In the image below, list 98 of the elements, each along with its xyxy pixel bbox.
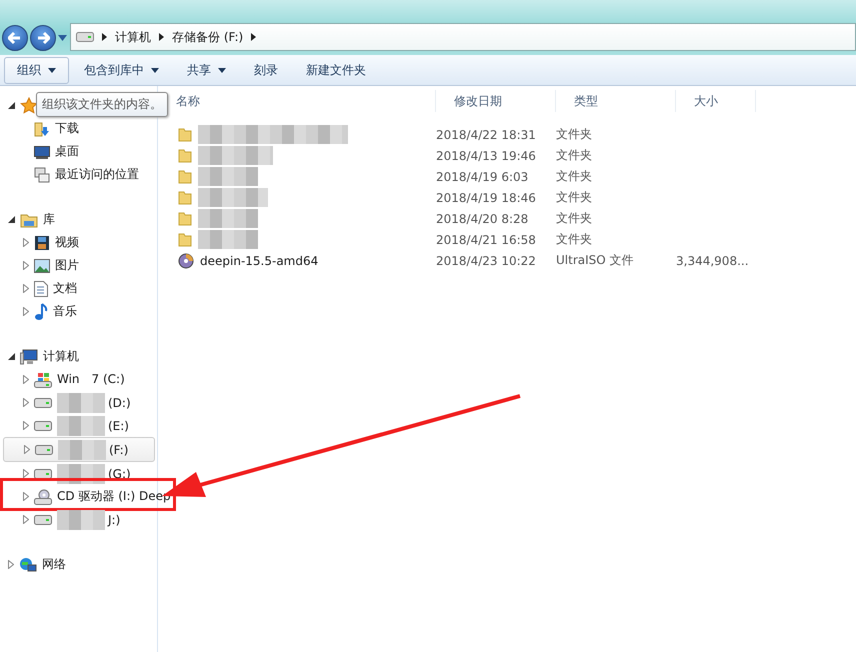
drive-icon (34, 468, 52, 478)
date-cell-text: 2018/4/21 16:58 (436, 232, 537, 246)
star-icon (20, 96, 38, 114)
collapsed-arrow-icon[interactable] (23, 421, 29, 430)
type-cell-text: 文件夹 (556, 231, 593, 248)
music-note-icon (34, 302, 48, 320)
nav-item-label[interactable]: (F:) (109, 442, 128, 456)
address-bar[interactable]: 计算机 存储备份 (F:) (70, 23, 856, 51)
collapsed-arrow-icon[interactable] (23, 515, 29, 524)
chevron-icon (159, 33, 164, 41)
nav-item-label[interactable]: 下载 (55, 120, 79, 137)
monitor-icon (34, 144, 50, 158)
toolbar-button[interactable]: 新建文件夹 (293, 56, 379, 84)
date-cell-text: 2018/4/20 8:28 (436, 212, 530, 226)
date-cell-text: 2018/4/19 18:46 (436, 190, 537, 204)
nav-item-label[interactable]: 最近访问的位置 (55, 166, 139, 183)
collapsed-arrow-icon[interactable] (23, 398, 29, 407)
collapsed-arrow-icon[interactable] (8, 560, 14, 569)
windows-drive-icon (34, 372, 52, 388)
folder-icon (178, 128, 192, 142)
toolbar-button[interactable]: 包含到库中 (71, 56, 172, 84)
breadcrumb[interactable]: 计算机 (115, 28, 151, 46)
drive-icon (35, 444, 53, 454)
disc-icon (178, 252, 194, 268)
type-cell-text: UltraISO 文件 (556, 252, 635, 269)
drive-icon (34, 514, 52, 524)
network-icon (19, 556, 37, 572)
tooltip: 组织该文件夹的内容。 (36, 92, 168, 117)
nav-item-label[interactable]: 桌面 (55, 143, 79, 160)
forward-arrow-icon (36, 31, 50, 45)
nav-group-label[interactable]: 网络 (42, 556, 66, 573)
size-cell-text: 3,344,908... (676, 254, 750, 268)
nav-item-label[interactable]: (D:) (108, 396, 131, 410)
expanded-arrow-icon[interactable] (8, 353, 15, 360)
selected-nav-item[interactable]: (F:) (3, 437, 155, 462)
column-header[interactable]: 修改日期 (436, 90, 556, 112)
drive-icon (34, 398, 52, 408)
file-name[interactable]: deepin-15.5-amd64 (200, 254, 318, 268)
forward-button[interactable] (30, 25, 56, 51)
collapsed-arrow-icon[interactable] (24, 445, 30, 454)
column-header[interactable]: 类型 (556, 90, 676, 112)
collapsed-arrow-icon[interactable] (23, 284, 29, 293)
collapsed-arrow-icon[interactable] (23, 469, 29, 478)
date-cell-text: 2018/4/23 10:22 (436, 254, 537, 268)
date-cell-text: 2018/4/19 6:03 (436, 170, 530, 184)
cd-drive-icon (34, 488, 52, 504)
pixelated-block (198, 230, 258, 249)
back-arrow-icon (8, 31, 22, 45)
back-button[interactable] (2, 25, 28, 51)
toolbar-button[interactable]: 刻录 (241, 56, 291, 84)
chevron-icon (102, 33, 107, 41)
picture-icon (34, 258, 50, 272)
folder-icon (178, 190, 192, 204)
column-header[interactable]: 名称 (158, 90, 436, 112)
recent-places-icon (34, 166, 50, 182)
type-cell-text: 文件夹 (556, 168, 593, 185)
column-header[interactable]: 大小 (676, 90, 756, 112)
drive-icon (76, 32, 94, 42)
type-cell-text: 文件夹 (556, 147, 593, 164)
pixelated-block (198, 167, 258, 186)
nav-item-label[interactable]: (E:) (108, 418, 129, 432)
type-cell-text: 文件夹 (556, 189, 593, 206)
toolbar-button[interactable]: 组织 (4, 56, 69, 84)
film-icon (34, 234, 50, 250)
folder-icon (178, 148, 192, 162)
expanded-arrow-icon[interactable] (8, 216, 15, 223)
nav-item-label[interactable]: 视频 (55, 234, 79, 251)
expanded-arrow-icon[interactable] (8, 102, 15, 109)
collapsed-arrow-icon[interactable] (23, 238, 29, 247)
drive-icon (34, 420, 52, 430)
breadcrumb[interactable]: 存储备份 (F:) (172, 28, 244, 46)
nav-item-label[interactable]: Win 7 (C:) (57, 371, 125, 388)
collapsed-arrow-icon[interactable] (23, 261, 29, 270)
folder-icon (178, 212, 192, 226)
nav-item-label[interactable]: J:) (108, 512, 120, 526)
toolbar-button[interactable]: 共享 (174, 56, 239, 84)
nav-group-label[interactable]: 计算机 (43, 348, 79, 365)
folder-icon (178, 170, 192, 184)
collapsed-arrow-icon[interactable] (23, 375, 29, 384)
folder-icon (20, 212, 38, 228)
collapsed-arrow-icon[interactable] (23, 307, 29, 316)
computer-icon (20, 348, 38, 364)
nav-item-label[interactable]: 图片 (55, 257, 79, 274)
date-cell-text: 2018/4/22 18:31 (436, 128, 537, 142)
type-cell-text: 文件夹 (556, 210, 593, 227)
folder-icon (178, 232, 192, 246)
nav-item-label[interactable]: 文档 (53, 280, 77, 297)
pixelated-block (198, 209, 258, 228)
download-folder-icon (34, 120, 50, 136)
dropdown-icon[interactable] (58, 35, 67, 41)
nav-group-label[interactable]: 库 (43, 211, 55, 228)
nav-item-label[interactable]: 音乐 (53, 303, 77, 320)
type-cell-text: 文件夹 (556, 126, 593, 143)
document-icon (34, 280, 48, 296)
chevron-icon (251, 33, 256, 41)
collapsed-arrow-icon[interactable] (23, 492, 29, 501)
pixelated-block (198, 188, 268, 207)
date-cell-text: 2018/4/13 19:46 (436, 148, 537, 162)
